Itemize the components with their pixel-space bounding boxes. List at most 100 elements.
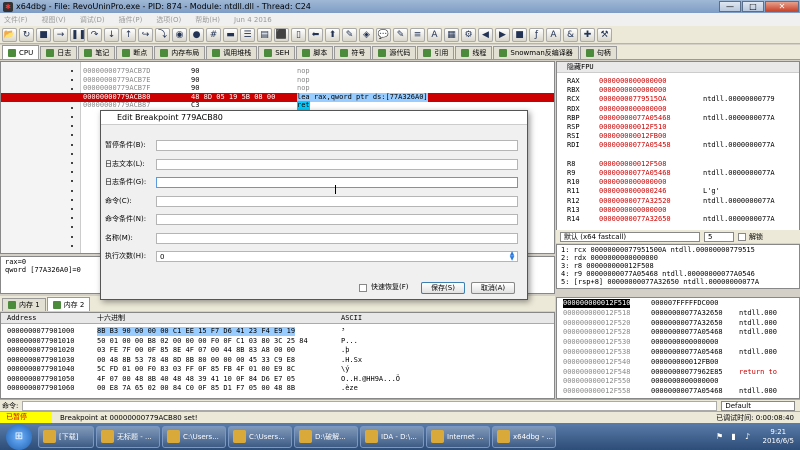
memory-dump-pane[interactable]: Address 十六进制 ASCII 0000000077901000 8B B3… (0, 312, 555, 399)
tab-6[interactable]: SEH (258, 46, 296, 59)
menu-options[interactable]: 选项(O) (156, 15, 181, 25)
toolbar-button[interactable]: ↷ (87, 27, 102, 42)
breakpoint-dot[interactable] (71, 143, 73, 146)
breakpoint-dot[interactable] (71, 226, 73, 229)
toolbar-button[interactable]: ◉ (172, 27, 187, 42)
breakpoint-dot[interactable] (71, 198, 73, 201)
cancel-button[interactable]: 取消(A) (471, 282, 515, 294)
toolbar-button[interactable]: ✎ (393, 27, 408, 42)
breakpoint-field-6[interactable]: 0 (156, 251, 518, 262)
toolbar-button[interactable]: ↪ (138, 27, 153, 42)
command-mode-select[interactable]: Default (721, 400, 796, 411)
toolbar-button[interactable]: ⚙ (461, 27, 476, 42)
maximize-button[interactable]: □ (742, 1, 764, 12)
breakpoint-field-5[interactable] (156, 232, 518, 244)
close-button[interactable]: ✕ (765, 1, 799, 12)
tab-10[interactable]: 引用 (417, 46, 455, 59)
toolbar-button[interactable]: # (206, 27, 221, 42)
unlock-checkbox[interactable] (738, 232, 746, 241)
stack-pane[interactable]: 000000000012F510 000007FFFFFDC000 00000000… (556, 297, 800, 399)
col-ascii[interactable]: ASCII (341, 313, 362, 323)
toolbar-button[interactable]: ▶ (495, 27, 510, 42)
tab-0[interactable]: CPU (2, 45, 40, 59)
command-input[interactable] (22, 400, 718, 411)
menu-plugins[interactable]: 插件(P) (119, 15, 143, 25)
breakpoint-dot[interactable] (71, 235, 73, 238)
minimize-button[interactable]: — (719, 1, 741, 12)
toolbar-button[interactable]: ▦ (444, 27, 459, 42)
breakpoint-field-0[interactable] (156, 140, 518, 151)
argument-row[interactable]: 2: rdx 0000000000000000 (561, 254, 795, 262)
tab-8[interactable]: 符号 (334, 46, 372, 59)
breakpoint-dot[interactable] (71, 244, 73, 247)
taskbar-item[interactable]: [下载] (38, 425, 94, 448)
tab-12[interactable]: Snowman反编译器 (493, 46, 579, 59)
breakpoint-dot[interactable] (71, 171, 73, 174)
tab-5[interactable]: 调用堆栈 (206, 46, 258, 59)
col-hex[interactable]: 十六进制 (97, 313, 125, 323)
breakpoint-field-3[interactable] (156, 195, 518, 207)
taskbar-item[interactable]: 无标题 - ... (96, 425, 160, 448)
toolbar-button[interactable]: ▤ (257, 27, 272, 42)
breakpoint-dot[interactable] (71, 125, 73, 128)
toolbar-button[interactable]: ❚❚ (70, 27, 85, 42)
breakpoint-dot[interactable] (71, 217, 73, 220)
breakpoint-dot[interactable] (71, 189, 73, 192)
menu-view[interactable]: 视图(V) (42, 15, 66, 25)
menu-file[interactable]: 文件(F) (4, 15, 28, 25)
fast-resume-checkbox[interactable] (359, 284, 367, 292)
spin-arrows-icon[interactable]: ▲ ▼ (507, 251, 517, 262)
menu-help[interactable]: 帮助(H) (195, 15, 220, 25)
breakpoint-field-2[interactable] (156, 177, 518, 188)
tab-9[interactable]: 源代码 (372, 46, 417, 59)
taskbar-item[interactable]: x64dbg - ... (492, 425, 556, 448)
tab-3[interactable]: 断点 (116, 46, 154, 59)
argument-row[interactable]: 1: rcx 00000000077951500A ntdll.00000000… (561, 246, 795, 254)
toolbar-button[interactable]: ⬆ (325, 27, 340, 42)
toolbar-button[interactable]: ◀ (478, 27, 493, 42)
taskbar-item[interactable]: Internet ... (426, 425, 490, 448)
toolbar-button[interactable]: ■ (512, 27, 527, 42)
arg-count-spinner[interactable]: 5 (704, 231, 734, 242)
save-button[interactable]: 保存(S) (421, 282, 465, 294)
tab-4[interactable]: 内存布局 (154, 46, 206, 59)
registers-pane[interactable]: 隐藏FPU RAX 0000000000000000 RBX 000000000000… (556, 61, 800, 239)
toolbar-button[interactable]: 📂 (2, 27, 17, 42)
toolbar-button[interactable]: ● (189, 27, 204, 42)
toolbar-button[interactable]: & (563, 27, 578, 42)
call-convention-select[interactable]: 默认 (x64 fastcall) (560, 231, 700, 242)
breakpoint-field-4[interactable] (156, 214, 518, 225)
toolbar-button[interactable]: ☰ (240, 27, 255, 42)
hide-fpu-toggle[interactable]: 隐藏FPU (557, 62, 799, 73)
tab-dump-2[interactable]: 内存 2 (46, 297, 91, 311)
argument-row[interactable]: 4: r9 00000000077A05468 ntdll.0000000007… (561, 270, 795, 278)
col-address[interactable]: Address (7, 313, 37, 323)
toolbar-button[interactable]: ↻ (19, 27, 34, 42)
toolbar-button[interactable]: ✎ (342, 27, 357, 42)
volume-icon[interactable]: ♪ (743, 432, 753, 442)
start-button[interactable]: ⊞ (6, 423, 32, 450)
tab-1[interactable]: 日志 (40, 46, 78, 59)
flag-icon[interactable]: ⚑ (715, 432, 725, 442)
argument-row[interactable]: 3: r8 000000000012F508 (561, 262, 795, 270)
toolbar-button[interactable]: ▯ (291, 27, 306, 42)
breakpoint-dot[interactable] (71, 208, 73, 210)
toolbar-button[interactable]: 💬 (376, 27, 391, 42)
taskbar-item[interactable]: C:\Users... (228, 425, 292, 448)
taskbar-item[interactable]: C:\Users... (162, 425, 226, 448)
toolbar-button[interactable]: ⤵ (155, 27, 170, 42)
tab-11[interactable]: 线程 (455, 46, 493, 59)
taskbar-item[interactable]: D:\破解... (294, 425, 358, 448)
toolbar-button[interactable]: ■ (36, 27, 51, 42)
arguments-pane[interactable]: 1: rcx 00000000077951500A ntdll.00000000… (556, 244, 800, 289)
network-icon[interactable]: ▮ (729, 432, 739, 442)
toolbar-button[interactable]: ↑ (121, 27, 136, 42)
toolbar-button[interactable]: ⬛ (274, 27, 289, 42)
menu-debug[interactable]: 调试(D) (80, 15, 105, 25)
toolbar-button[interactable]: ✚ (580, 27, 595, 42)
breakpoint-dot[interactable] (71, 180, 73, 183)
breakpoint-dot[interactable] (71, 134, 73, 137)
clock[interactable]: 9:21 2016/6/5 (763, 428, 794, 446)
toolbar-button[interactable]: ⚒ (597, 27, 612, 42)
tab-13[interactable]: 句柄 (579, 46, 617, 59)
